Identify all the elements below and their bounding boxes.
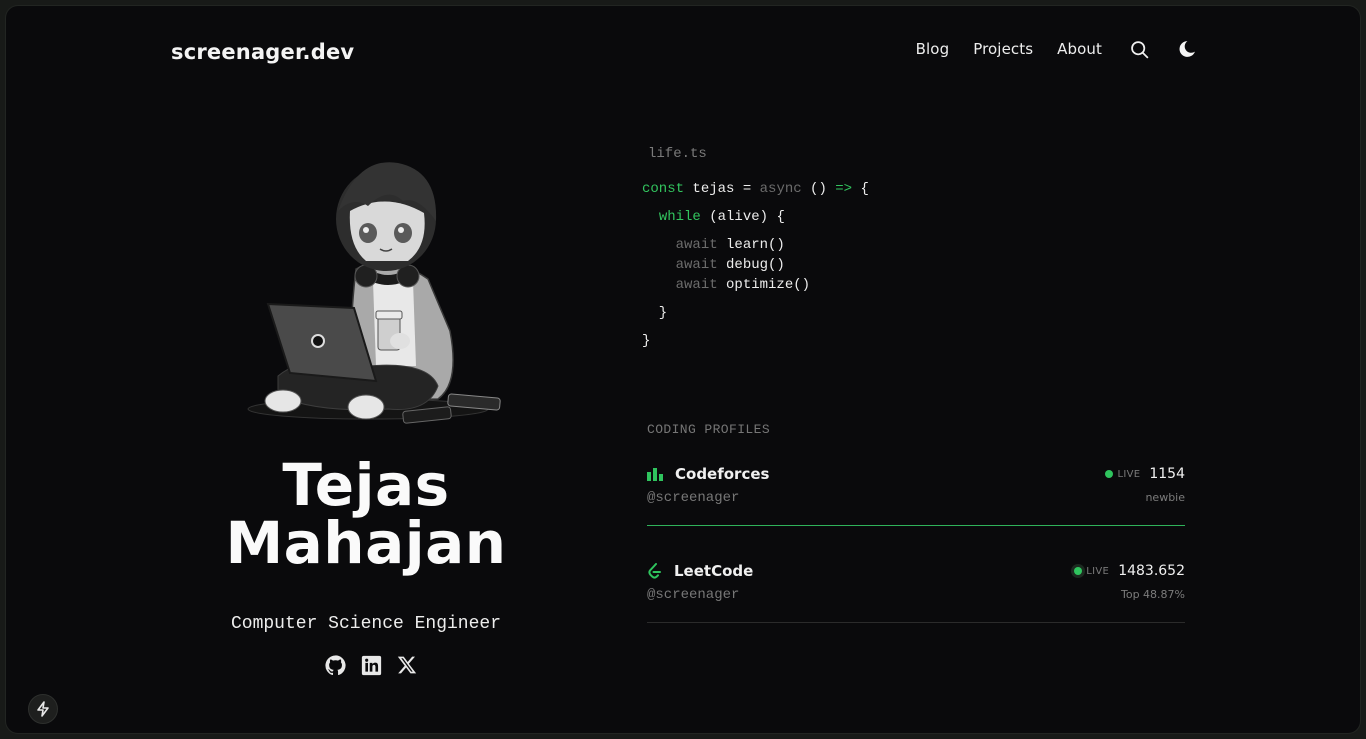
code-token: =>	[835, 181, 853, 197]
code-line-4: await debug()	[642, 255, 869, 275]
code-token: learn()	[717, 237, 785, 253]
leetcode-icon	[648, 563, 661, 579]
code-line-2: while (alive) {	[642, 207, 869, 227]
profile-stat: LIVE 1154	[1105, 466, 1185, 482]
page-frame: screenager.dev Blog Projects About Tejas…	[6, 6, 1360, 733]
bar-chart-icon	[647, 467, 663, 481]
code-token: const	[642, 181, 685, 197]
search-icon	[1130, 40, 1148, 58]
code-token: optimize()	[717, 277, 811, 293]
code-token: while	[658, 209, 701, 225]
main-nav: Blog Projects About	[916, 38, 1198, 60]
profile-stat: LIVE 1483.652	[1074, 563, 1185, 579]
profile-rating: 1154	[1149, 466, 1185, 482]
profile-name: Codeforces	[675, 465, 770, 483]
first-name: Tejas	[282, 451, 450, 519]
github-link[interactable]	[324, 654, 346, 676]
profile-codeforces[interactable]: Codeforces @screenager LIVE 1154 newbie	[647, 429, 1185, 526]
code-token: await	[675, 237, 718, 253]
lightning-icon	[37, 701, 49, 717]
live-dot-icon	[1074, 567, 1083, 575]
coding-profiles: CODING PROFILES Codeforces @screenager L…	[647, 422, 1185, 623]
live-dot-icon	[1105, 470, 1114, 478]
nav-blog[interactable]: Blog	[916, 40, 950, 58]
nav-projects[interactable]: Projects	[973, 40, 1033, 58]
code-token: await	[675, 257, 718, 273]
profile-title-row: LeetCode	[647, 562, 753, 580]
profile-handle: @screenager	[647, 587, 740, 603]
profile-rating: 1483.652	[1118, 563, 1185, 579]
code-token: ()	[801, 181, 836, 197]
code-snippet: life.ts const tejas = async () => { whil…	[642, 146, 869, 351]
last-name: Mahajan	[225, 509, 507, 577]
linkedin-link[interactable]	[360, 654, 382, 676]
moon-icon	[1179, 41, 1195, 57]
code-token: async	[759, 181, 802, 197]
theme-toggle-button[interactable]	[1176, 38, 1198, 60]
linkedin-icon	[361, 655, 381, 675]
quick-action-button[interactable]	[28, 694, 58, 724]
x-link[interactable]	[396, 654, 418, 676]
code-token: {	[852, 181, 869, 197]
profile-handle: @screenager	[647, 490, 740, 506]
search-button[interactable]	[1128, 38, 1150, 60]
code-line-6: }	[642, 305, 668, 321]
social-links	[324, 654, 418, 676]
nav-about[interactable]: About	[1057, 40, 1102, 58]
avatar-image	[247, 162, 501, 424]
live-label: LIVE	[1086, 565, 1110, 577]
profile-rank: newbie	[1145, 491, 1185, 504]
code-filename: life.ts	[648, 146, 707, 162]
profile-leetcode[interactable]: LeetCode @screenager LIVE 1483.652 Top 4…	[647, 526, 1185, 623]
x-icon	[397, 656, 417, 674]
profile-subtitle: Computer Science Engineer	[230, 614, 502, 634]
profile-name: LeetCode	[674, 562, 754, 580]
profile-name: Tejas Mahajan	[166, 456, 566, 572]
site-logo[interactable]: screenager.dev	[171, 40, 354, 64]
profile-rank: Top 48.87%	[1120, 588, 1185, 601]
github-icon	[324, 654, 346, 675]
code-line-5: await optimize()	[642, 275, 869, 295]
code-token: (alive) {	[700, 209, 785, 225]
code-line-7: }	[642, 333, 651, 349]
code-token: debug()	[717, 257, 785, 273]
profile-title-row: Codeforces	[647, 465, 769, 483]
code-token: await	[675, 277, 718, 293]
code-line-3: await learn()	[642, 235, 869, 255]
code-token: tejas =	[684, 181, 760, 197]
code-line-1: const tejas = async () => {	[642, 179, 869, 199]
live-label: LIVE	[1117, 468, 1141, 480]
avatar-illustration	[238, 151, 508, 431]
